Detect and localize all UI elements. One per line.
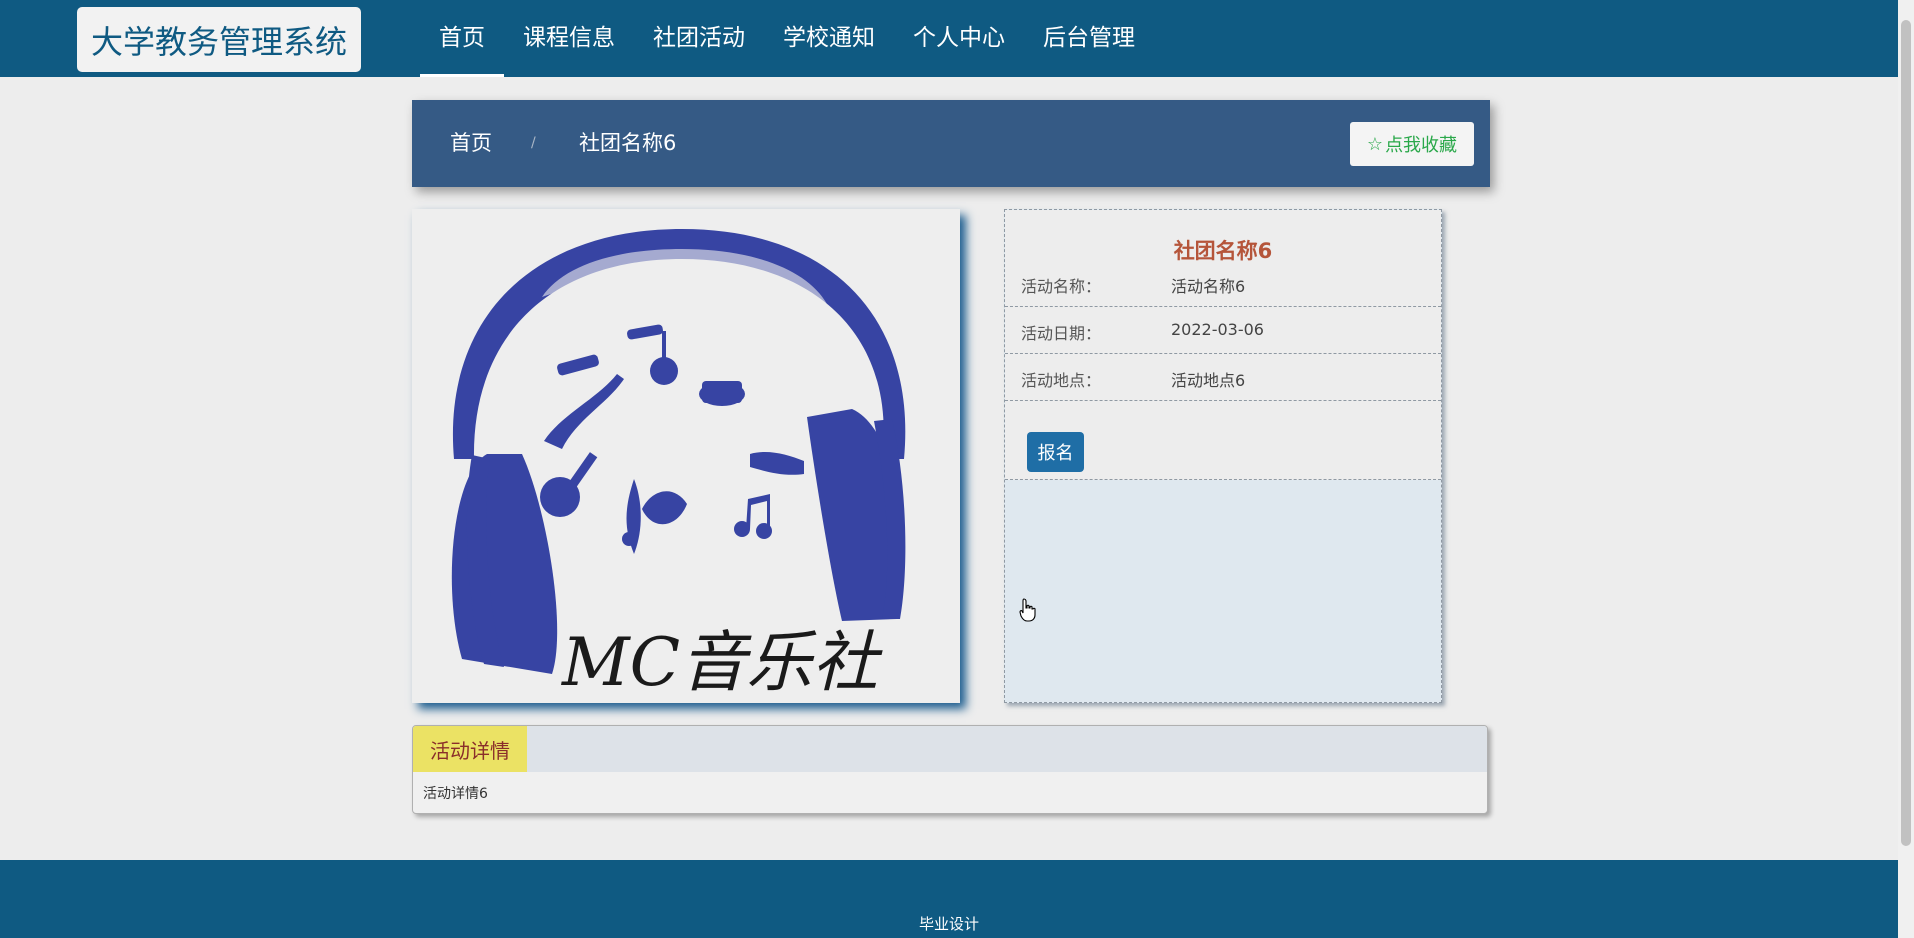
nav-item-courses[interactable]: 课程信息 (504, 0, 634, 77)
club-poster-image: MC音乐社 (412, 209, 960, 703)
hand-pointer-icon (1019, 598, 1037, 626)
poster-logo-text: MC音乐社 (561, 624, 883, 701)
breadcrumb-home[interactable]: 首页 (450, 100, 492, 187)
activity-detail-panel: 活动详情 活动详情6 (412, 725, 1488, 814)
info-row-activity-date: 活动日期： 2022-03-06 (1005, 307, 1441, 354)
info-value: 活动名称6 (1171, 277, 1246, 296)
top-navbar: 大学教务管理系统 首页 课程信息 社团活动 学校通知 个人中心 后台管理 (0, 0, 1898, 77)
activity-info-card: 社团名称6 活动名称： 活动名称6 活动日期： 2022-03-06 活动地点：… (1004, 209, 1442, 703)
nav-item-personal-center[interactable]: 个人中心 (894, 0, 1024, 77)
nav-item-admin[interactable]: 后台管理 (1024, 0, 1154, 77)
star-outline-icon: ☆ (1366, 133, 1384, 155)
breadcrumb-separator: / (531, 135, 536, 151)
info-label: 活动名称： (1021, 277, 1102, 296)
info-row-activity-name: 活动名称： 活动名称6 (1005, 260, 1441, 307)
detail-panel-header: 活动详情 (413, 726, 1487, 772)
nav-item-club-activities[interactable]: 社团活动 (634, 0, 764, 77)
breadcrumb: 首页 / 社团名称6 ☆ 点我收藏 (412, 100, 1490, 187)
page-scrollbar[interactable] (1898, 0, 1914, 938)
breadcrumb-current: 社团名称6 (579, 131, 677, 155)
nav-item-home[interactable]: 首页 (420, 0, 504, 77)
site-logo[interactable]: 大学教务管理系统 (77, 7, 361, 72)
info-value: 2022-03-06 (1171, 320, 1264, 339)
favorite-button[interactable]: ☆ 点我收藏 (1350, 122, 1474, 166)
headphones-music-logo: MC音乐社 (451, 229, 906, 701)
scrollbar-thumb[interactable] (1901, 20, 1911, 846)
nav-item-school-notices[interactable]: 学校通知 (764, 0, 894, 77)
tab-activity-detail[interactable]: 活动详情 (413, 726, 527, 772)
page-footer: 毕业设计 (0, 860, 1898, 938)
info-row-activity-location: 活动地点： 活动地点6 (1005, 354, 1441, 401)
signup-button[interactable]: 报名 (1027, 432, 1084, 472)
footer-text: 毕业设计 (918, 915, 979, 933)
favorite-button-label: 点我收藏 (1385, 135, 1458, 156)
info-label: 活动日期： (1021, 324, 1102, 343)
info-label: 活动地点： (1021, 371, 1102, 390)
info-value: 活动地点6 (1171, 371, 1246, 390)
activity-detail-content: 活动详情6 (423, 786, 488, 802)
main-nav: 首页 课程信息 社团活动 学校通知 个人中心 后台管理 (420, 0, 1154, 77)
